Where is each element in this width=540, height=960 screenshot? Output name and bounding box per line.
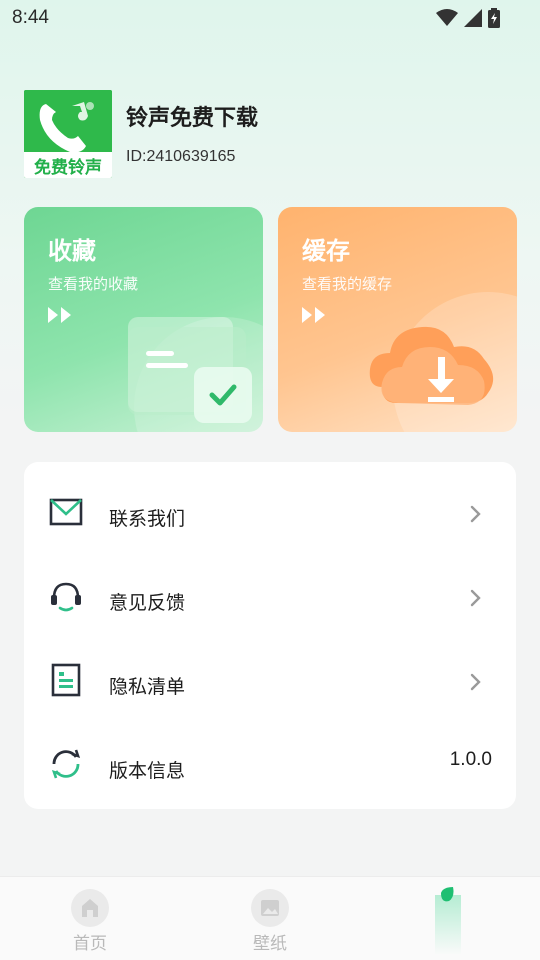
menu-item-version[interactable]: 版本信息 bbox=[24, 720, 516, 804]
status-bar: 8:44 bbox=[0, 0, 540, 36]
favorites-card[interactable]: 收藏 查看我的收藏 bbox=[24, 207, 263, 432]
bottom-navigation: 首页 壁纸 bbox=[0, 876, 540, 960]
tab-wallpaper-label: 壁纸 bbox=[253, 934, 287, 954]
logo-text: 免费铃声 bbox=[34, 158, 102, 178]
wifi-icon bbox=[436, 9, 458, 26]
menu-label: 版本信息 bbox=[109, 760, 186, 782]
menu-label: 隐私清单 bbox=[109, 676, 186, 698]
menu-label: 意见反馈 bbox=[109, 592, 186, 614]
tab-home-label: 首页 bbox=[73, 934, 107, 954]
version-value: 1.0.0 bbox=[449, 749, 492, 770]
profile-header: 免费铃声 铃声免费下载 ID:2410639165 bbox=[24, 90, 524, 180]
menu-item-feedback[interactable]: 意见反馈 bbox=[24, 552, 516, 636]
status-icons bbox=[436, 8, 500, 28]
tab-profile[interactable] bbox=[360, 877, 540, 960]
favorites-subtitle: 查看我的收藏 bbox=[48, 275, 139, 293]
image-icon bbox=[251, 889, 289, 927]
settings-menu: 联系我们 意见反馈 隐私清单 版本信息 1.0.0 bbox=[24, 462, 516, 809]
home-icon bbox=[71, 889, 109, 927]
document-list-icon bbox=[51, 663, 81, 697]
app-logo: 免费铃声 bbox=[24, 90, 112, 178]
double-arrow-icon bbox=[48, 307, 71, 323]
cache-card[interactable]: 缓存 查看我的缓存 bbox=[278, 207, 517, 432]
menu-label: 联系我们 bbox=[109, 508, 186, 530]
tab-home[interactable]: 首页 bbox=[0, 877, 180, 960]
refresh-icon bbox=[51, 749, 81, 779]
chevron-right-icon bbox=[470, 673, 481, 691]
chevron-right-icon bbox=[470, 505, 481, 523]
menu-item-privacy[interactable]: 隐私清单 bbox=[24, 636, 516, 720]
app-id: ID:2410639165 bbox=[126, 148, 236, 165]
chevron-right-icon bbox=[470, 589, 481, 607]
favorites-title: 收藏 bbox=[48, 237, 96, 265]
tab-wallpaper[interactable]: 壁纸 bbox=[180, 877, 360, 960]
double-arrow-icon bbox=[302, 307, 325, 323]
cache-subtitle: 查看我的缓存 bbox=[302, 275, 393, 293]
profile-leaf-icon bbox=[435, 887, 461, 955]
app-name: 铃声免费下载 bbox=[126, 106, 259, 131]
cellular-signal-icon bbox=[464, 9, 482, 27]
mail-icon bbox=[49, 498, 83, 526]
headset-icon bbox=[51, 582, 81, 612]
status-time: 8:44 bbox=[12, 7, 49, 28]
cache-title: 缓存 bbox=[302, 237, 350, 265]
menu-item-contact[interactable]: 联系我们 bbox=[24, 468, 516, 552]
battery-icon bbox=[488, 8, 500, 28]
